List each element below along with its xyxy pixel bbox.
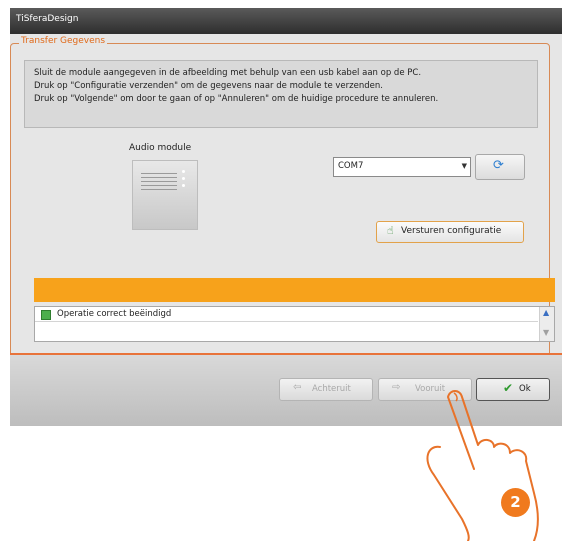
group-label: Transfer Gegevens <box>19 36 108 46</box>
title-bar: TiSferaDesign <box>10 8 562 34</box>
status-indicator-icon <box>41 310 51 320</box>
port-select-value: COM7 <box>338 161 364 171</box>
audio-module-image <box>132 160 198 230</box>
instruction-line-3: Druk op "Volgende" om door te gaan of op… <box>34 94 439 104</box>
back-button[interactable]: ⇦ Achteruit <box>279 378 373 401</box>
status-log: Operatie correct beëindigd ▲ ▼ <box>34 306 555 342</box>
module-title: Audio module <box>129 143 192 153</box>
refresh-button[interactable]: ⟳ <box>475 154 525 180</box>
progress-bar <box>34 278 555 302</box>
chevron-down-icon: ▼ <box>461 162 467 170</box>
status-row: Operatie correct beëindigd <box>35 307 538 322</box>
instruction-line-2: Druk op "Configuratie verzenden" om de g… <box>34 81 383 91</box>
send-configuration-button[interactable]: ☝ Versturen configuratie <box>376 221 524 243</box>
scroll-up-icon[interactable]: ▲ <box>543 308 549 317</box>
instruction-line-1: Sluit de module aangegeven in de afbeeld… <box>34 68 422 78</box>
back-button-label: Achteruit <box>312 384 351 394</box>
refresh-icon: ⟳ <box>493 158 504 173</box>
status-message: Operatie correct beëindigd <box>57 309 172 319</box>
step-number: 2 <box>510 493 521 511</box>
send-configuration-label: Versturen configuratie <box>401 226 502 236</box>
arrow-right-icon: ⇨ <box>392 382 401 393</box>
port-select[interactable]: COM7 ▼ <box>333 157 471 177</box>
scroll-down-icon[interactable]: ▼ <box>543 328 549 337</box>
status-scrollbar[interactable]: ▲ ▼ <box>539 307 554 341</box>
pointing-hand-icon <box>426 390 539 541</box>
instructions-box: Sluit de module aangegeven in de afbeeld… <box>24 60 538 128</box>
arrow-left-icon: ⇦ <box>293 382 302 393</box>
step-badge: 2 <box>501 488 530 517</box>
hand-point-icon: ☝ <box>387 224 394 237</box>
window-title: TiSferaDesign <box>16 14 79 24</box>
